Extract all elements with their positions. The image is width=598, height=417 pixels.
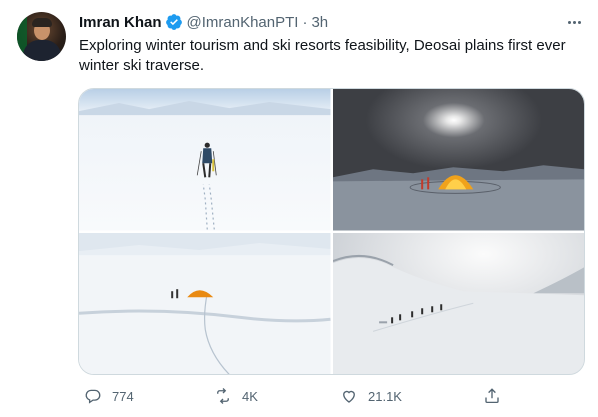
retweet-count: 4K [242,388,258,404]
avatar[interactable] [17,12,66,61]
avatar-hair [32,18,52,27]
retweet-icon [217,388,229,404]
author-name[interactable]: Imran Khan [79,14,162,31]
share-button[interactable] [483,383,511,409]
tweet-header: Imran Khan @ImranKhanPTI · 3h [79,12,328,32]
separator-dot: · [302,13,308,31]
author-handle[interactable]: @ImranKhanPTI [187,14,299,31]
media-photo-1[interactable] [79,89,331,231]
tweet-actions: 774 4K 21.1K [78,383,583,409]
media-photo-3[interactable] [79,232,331,374]
like-button[interactable]: 21.1K [340,383,402,409]
share-icon [485,388,499,404]
reply-button[interactable]: 774 [84,383,134,409]
media-grid [78,88,585,375]
reply-icon [85,389,101,404]
verified-badge-icon [165,13,183,31]
tweet-timestamp[interactable]: 3h [311,14,328,31]
heart-icon [343,390,355,403]
tweet[interactable]: Imran Khan @ImranKhanPTI · 3h Exploring … [0,0,598,417]
retweet-button[interactable]: 4K [214,383,258,409]
avatar-body [23,40,61,61]
tweet-text: Exploring winter tourism and ski resorts… [79,37,566,74]
more-options-icon[interactable] [563,13,585,31]
media-photo-4[interactable] [332,232,584,374]
media-photo-2[interactable] [332,89,584,231]
reply-count: 774 [112,388,134,404]
like-count: 21.1K [368,388,402,404]
